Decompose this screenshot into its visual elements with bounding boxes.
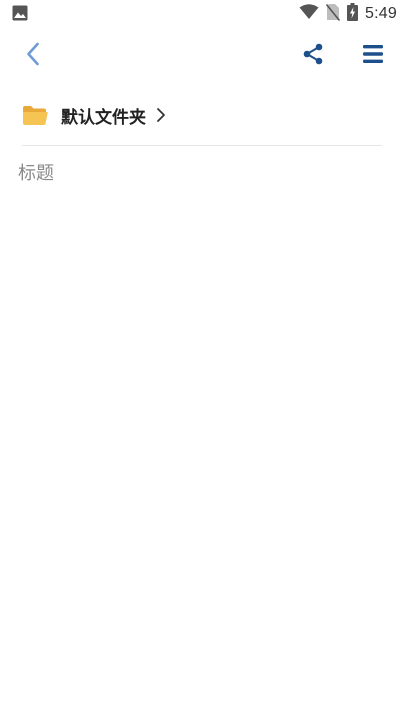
toolbar [0, 34, 405, 78]
battery-charging-icon [347, 3, 359, 25]
hamburger-menu-icon [363, 44, 383, 68]
image-notification-icon [12, 5, 28, 21]
share-button[interactable] [298, 40, 328, 72]
divider [22, 145, 382, 146]
status-icons: 5:49 [299, 3, 397, 25]
status-time: 5:49 [365, 5, 397, 22]
chevron-right-icon [156, 107, 166, 123]
share-icon [301, 42, 325, 70]
back-button[interactable] [18, 40, 48, 72]
menu-button[interactable] [356, 40, 390, 72]
folder-icon [22, 104, 48, 126]
wifi-icon [299, 4, 319, 24]
folder-selector[interactable]: 默认文件夹 [22, 100, 166, 130]
status-bar: 5:49 [0, 0, 405, 28]
title-input[interactable] [18, 158, 382, 188]
no-sim-icon [325, 3, 341, 25]
folder-name: 默认文件夹 [61, 107, 146, 128]
chevron-left-icon [26, 42, 40, 70]
note-editor-screen: 5:49 默认文件夹 标题 [0, 0, 405, 720]
